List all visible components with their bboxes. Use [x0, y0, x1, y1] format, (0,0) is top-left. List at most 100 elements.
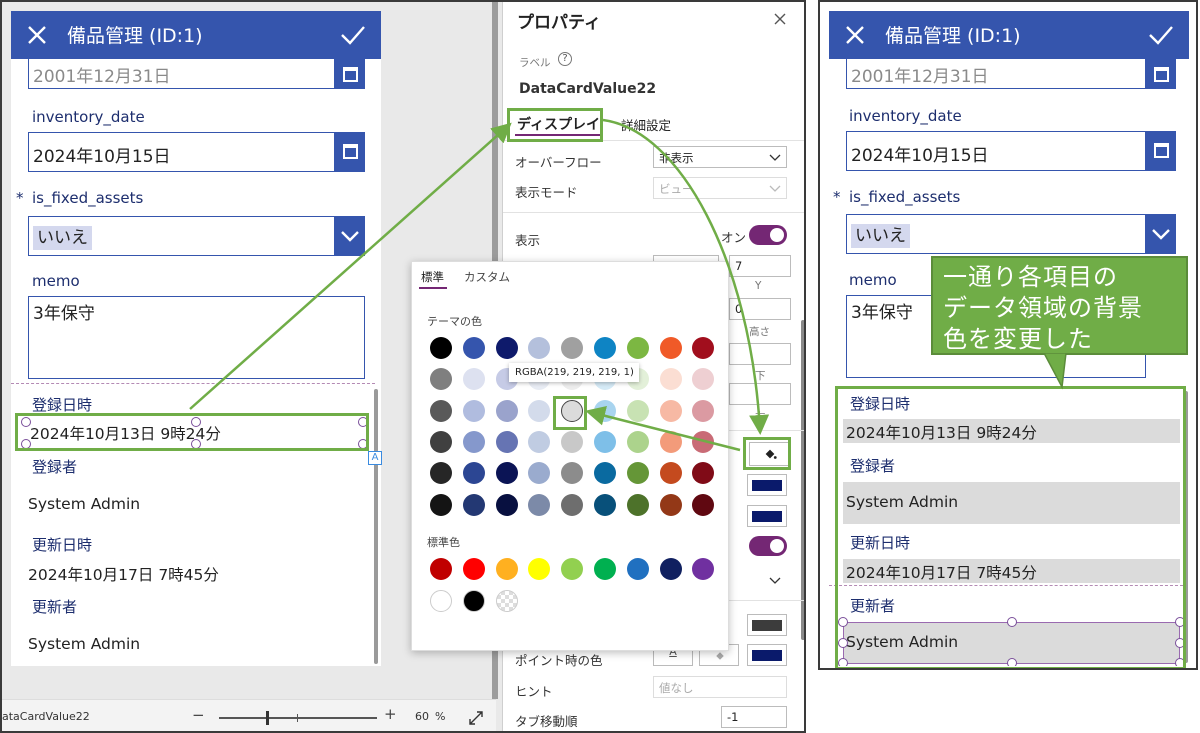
color-swatch[interactable]	[594, 558, 616, 580]
no-color-swatch[interactable]	[495, 590, 518, 612]
dropdown-button[interactable]	[335, 216, 365, 256]
color-swatch[interactable]	[594, 399, 616, 422]
zoom-out-button[interactable]: −	[192, 706, 205, 724]
color-swatch[interactable]	[626, 493, 649, 516]
color-swatch[interactable]	[430, 590, 452, 612]
fit-to-window-icon[interactable]	[468, 710, 484, 726]
color-swatch[interactable]	[561, 337, 584, 359]
color-swatch[interactable]	[692, 430, 715, 453]
color-swatch[interactable]	[430, 462, 452, 485]
color-swatch[interactable]	[692, 337, 715, 359]
text-control-badge[interactable]: A	[368, 451, 382, 465]
color-swatch[interactable]	[594, 337, 616, 359]
color-swatch[interactable]	[659, 558, 682, 580]
color-swatch[interactable]	[495, 493, 518, 516]
color-swatch[interactable]	[747, 474, 787, 496]
color-swatch[interactable]	[462, 337, 485, 359]
color-swatch[interactable]	[594, 493, 616, 516]
color-swatch[interactable]	[430, 399, 452, 422]
color-swatch[interactable]	[692, 462, 715, 485]
color-swatch[interactable]	[462, 558, 485, 580]
display-mode-dropdown[interactable]: ビュー	[653, 177, 787, 199]
color-swatch[interactable]	[692, 493, 715, 516]
color-swatch[interactable]	[528, 337, 551, 359]
color-swatch[interactable]	[462, 493, 485, 516]
dropdown-chevron[interactable]	[769, 570, 781, 589]
color-swatch[interactable]	[430, 430, 452, 453]
close-icon[interactable]	[25, 23, 49, 47]
toggle-switch[interactable]	[749, 536, 787, 556]
color-swatch[interactable]	[462, 430, 485, 453]
height-input[interactable]: 0	[729, 298, 791, 320]
zoom-slider-thumb[interactable]	[266, 711, 269, 725]
color-swatch-dark[interactable]	[747, 614, 787, 636]
color-swatch[interactable]	[561, 430, 584, 453]
color-swatch[interactable]	[594, 430, 616, 453]
zoom-slider[interactable]	[219, 711, 377, 725]
color-swatch[interactable]	[495, 399, 518, 422]
color-swatch[interactable]	[692, 368, 715, 391]
color-swatch[interactable]	[430, 368, 452, 391]
color-swatch[interactable]	[528, 558, 551, 580]
tab-advanced[interactable]: 詳細設定	[621, 115, 671, 134]
color-swatch[interactable]	[495, 462, 518, 485]
memo-textarea[interactable]: 3年保守	[28, 296, 365, 379]
color-swatch[interactable]	[528, 462, 551, 485]
color-swatch[interactable]	[528, 430, 551, 453]
calendar-button-prev[interactable]	[335, 59, 365, 89]
color-swatch[interactable]	[659, 430, 682, 453]
color-swatch[interactable]	[528, 399, 551, 422]
padding-bottom-input[interactable]	[729, 343, 791, 365]
color-swatch[interactable]	[626, 558, 649, 580]
color-swatch[interactable]	[462, 590, 485, 612]
properties-scrollbar[interactable]	[801, 320, 804, 640]
color-swatch[interactable]	[659, 493, 682, 516]
color-swatch[interactable]	[626, 430, 649, 453]
tab-order-input[interactable]: -1	[721, 706, 787, 728]
fixed-assets-dropdown[interactable]: いいえ	[846, 214, 1146, 254]
color-swatch[interactable]	[626, 462, 649, 485]
color-swatch[interactable]	[659, 399, 682, 422]
color-swatch[interactable]	[430, 493, 452, 516]
inventory-date-input[interactable]: 2024年10月15日	[28, 132, 335, 172]
color-swatch[interactable]	[462, 368, 485, 391]
date-field-prev[interactable]: 2001年12月31日	[28, 59, 335, 89]
fixed-assets-dropdown[interactable]: いいえ	[28, 216, 335, 256]
color-swatch[interactable]	[626, 399, 649, 422]
color-swatch[interactable]	[692, 399, 715, 422]
checkmark-icon[interactable]	[1147, 23, 1175, 47]
picker-tab-custom[interactable]: カスタム	[464, 269, 510, 285]
form-scrollbar[interactable]	[374, 389, 378, 664]
color-swatch[interactable]	[462, 462, 485, 485]
color-swatch[interactable]	[430, 337, 452, 359]
color-swatch[interactable]	[495, 337, 518, 359]
picker-tab-standard[interactable]: 標準	[421, 269, 444, 285]
color-swatch[interactable]	[659, 462, 682, 485]
calendar-button[interactable]	[335, 132, 365, 172]
color-swatch[interactable]	[561, 462, 584, 485]
inventory-date-input[interactable]: 2024年10月15日	[846, 131, 1146, 171]
close-icon[interactable]	[773, 12, 787, 26]
color-swatch[interactable]	[561, 493, 584, 516]
zoom-in-button[interactable]: +	[384, 705, 397, 723]
dropdown-button[interactable]	[1146, 214, 1176, 254]
color-swatch[interactable]	[692, 558, 715, 580]
date-field-prev[interactable]: 2001年12月31日	[846, 59, 1146, 89]
calendar-button[interactable]	[1146, 131, 1176, 171]
padding-right-input[interactable]	[729, 383, 791, 405]
checkmark-icon[interactable]	[339, 23, 367, 47]
color-swatch[interactable]	[495, 430, 518, 453]
color-swatch[interactable]	[495, 558, 518, 580]
color-swatch[interactable]	[659, 337, 682, 359]
calendar-button-prev[interactable]	[1146, 59, 1176, 89]
color-swatch[interactable]	[626, 337, 649, 359]
color-swatch[interactable]	[528, 493, 551, 516]
color-swatch[interactable]	[659, 368, 682, 391]
color-swatch[interactable]	[747, 505, 787, 527]
color-swatch[interactable]	[462, 399, 485, 422]
close-icon[interactable]	[843, 23, 867, 47]
color-swatch[interactable]	[430, 558, 452, 580]
color-swatch[interactable]	[594, 462, 616, 485]
overflow-dropdown[interactable]: 非表示	[653, 146, 787, 168]
color-swatch[interactable]	[561, 558, 584, 580]
